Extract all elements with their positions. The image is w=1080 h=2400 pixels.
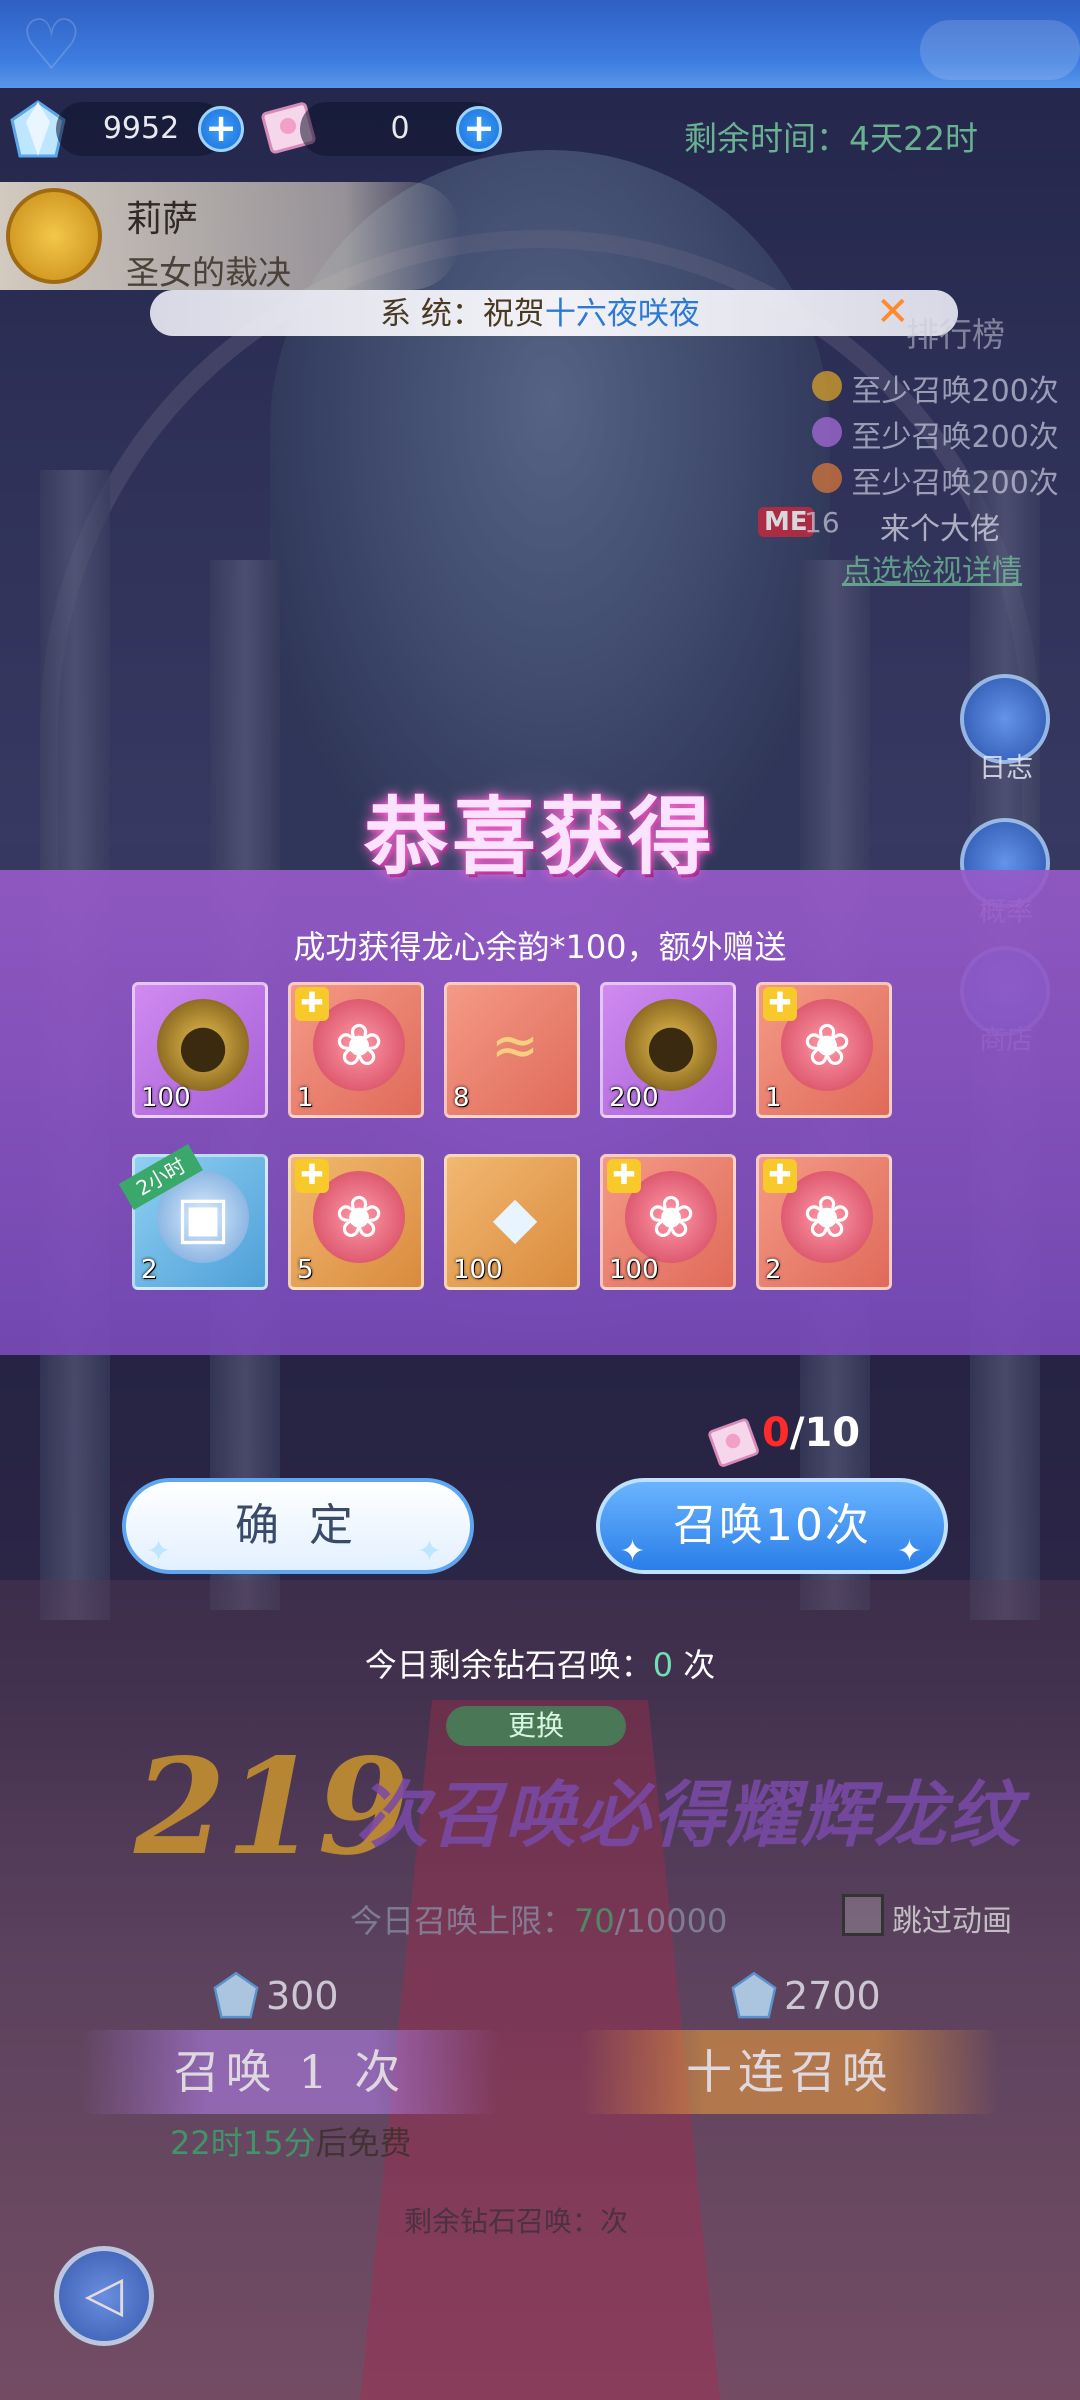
summon-once-button[interactable]: 召唤 1 次 <box>80 2030 500 2114</box>
ranking-row: 至少召唤200次 <box>812 458 1059 502</box>
reward-item[interactable]: ❀ ✚ 100 <box>600 1154 736 1290</box>
reward-item-count: 2 <box>141 1255 158 1285</box>
pity-text: 次召唤必得耀辉龙纹 <box>356 1773 1023 1857</box>
sparkle-icon: ✦ <box>146 1534 180 1569</box>
daily-remaining-label: 今日剩余钻石召唤： <box>364 1646 653 1684</box>
reward-item-count: 1 <box>297 1083 314 1113</box>
ranking-row: 至少召唤200次 <box>812 412 1059 456</box>
confirm-button[interactable]: ✦ 确 定 ✦ <box>122 1478 474 1574</box>
ranking-row-text: 至少召唤200次 <box>851 374 1059 409</box>
dragon-emblem-icon <box>6 188 102 284</box>
confirm-label: 确 定 <box>235 1500 361 1551</box>
reward-item-count: 2 <box>765 1255 782 1285</box>
back-button[interactable]: ◁ <box>54 2246 154 2346</box>
puzzle-piece-icon: ✚ <box>295 987 329 1021</box>
free-summon-suffix: 后免费 <box>315 2124 412 2162</box>
cloud-decoration <box>920 20 1080 80</box>
skip-animation-label: 跳过动画 <box>892 1904 1012 1939</box>
skip-animation-checkbox[interactable] <box>842 1894 884 1936</box>
ranking-row: 至少召唤200次 <box>812 366 1059 410</box>
remaining-diamond-unit: 次 <box>600 2205 629 2238</box>
ticket-progress-total: /10 <box>789 1410 861 1456</box>
ranking-row-text: 至少召唤200次 <box>851 420 1059 455</box>
daily-remaining: 今日剩余钻石召唤：0 次 <box>0 1640 1080 1686</box>
diamond-icon <box>213 1971 259 2019</box>
reward-item-count: 100 <box>141 1083 191 1113</box>
summon-10-button[interactable]: ✦ 召唤10次 ✦ <box>596 1478 948 1574</box>
ranking-title[interactable]: 排行榜 <box>906 308 1005 356</box>
reward-item[interactable]: ● 100 <box>132 982 268 1118</box>
reward-item-count: 100 <box>609 1255 659 1285</box>
add-ticket-button[interactable]: + <box>456 106 502 152</box>
ten-summon-cost: 2700 <box>784 1974 881 2018</box>
puzzle-piece-icon: ✚ <box>763 987 797 1021</box>
popup-subtitle: 成功获得龙心余韵*100，额外赠送 <box>293 928 787 966</box>
announcement-player: 十六夜咲夜 <box>544 296 700 332</box>
reward-item-count: 100 <box>453 1255 503 1285</box>
summon-10-label: 召唤10次 <box>673 1500 871 1551</box>
reward-item[interactable]: ◆ 100 <box>444 1154 580 1290</box>
event-timer: 剩余时间：4天22时 <box>684 119 978 158</box>
announcement-prefix: 系 统：祝贺 <box>380 296 545 332</box>
daily-limit-used: 70 <box>574 1902 615 1940</box>
daily-remaining-unit: 次 <box>673 1646 716 1684</box>
sparkle-icon: ✦ <box>416 1534 450 1569</box>
reward-item[interactable]: ❀ ✚ 1 <box>756 982 892 1118</box>
ticket-progress: 0/10 <box>762 1410 860 1456</box>
my-rank: 16 <box>804 506 840 539</box>
daily-remaining-value: 0 <box>652 1646 674 1684</box>
popup-title: 恭喜获得 <box>363 788 716 886</box>
silver-medal-icon <box>812 417 842 447</box>
close-icon[interactable]: ✕ <box>876 290 910 334</box>
summon-ten-button[interactable]: 十连召唤 <box>580 2030 1000 2114</box>
daily-limit-total: /10000 <box>614 1902 728 1940</box>
reward-item-count: 200 <box>609 1083 659 1113</box>
daily-limit: 今日召唤上限：70/10000 <box>350 1896 727 1942</box>
my-name: 来个大佬 <box>880 512 1000 547</box>
reward-item[interactable]: ▣ 2小时 2 <box>118 1144 268 1290</box>
heart-arrow-icon: ♡ <box>20 4 83 86</box>
ranking-row-text: 至少召唤200次 <box>851 466 1059 501</box>
sparkle-icon: ✦ <box>896 1534 924 1569</box>
dark-egg-icon: ● <box>157 999 249 1091</box>
puzzle-piece-icon: ✚ <box>763 1159 797 1193</box>
puzzle-piece-icon: ✚ <box>607 1159 641 1193</box>
reward-item-count: 5 <box>297 1255 314 1285</box>
character-name: 莉萨 <box>126 199 199 240</box>
summon-ticket-icon <box>708 1418 759 1467</box>
free-summon-timer: 22时15分后免费 <box>170 2118 411 2164</box>
character-title: 圣女的裁决 <box>126 253 291 292</box>
puzzle-piece-icon: ✚ <box>295 1159 329 1193</box>
remaining-diamond-label: 剩余钻石召唤： <box>404 2205 601 2238</box>
back-arrow-icon: ◁ <box>84 2265 124 2323</box>
reward-item[interactable]: ❀ ✚ 1 <box>288 982 424 1118</box>
free-summon-time: 22时15分 <box>170 2124 316 2162</box>
crystal-icon: ◆ <box>492 1183 538 1251</box>
single-summon-cost: 300 <box>266 1974 339 2018</box>
announcement-text: 系 统：祝贺十六夜咲夜 <box>380 292 900 336</box>
ticket-progress-current: 0 <box>762 1410 790 1456</box>
sparkle-icon: ✦ <box>620 1534 648 1569</box>
remaining-diamond-summons: 剩余钻石召唤：次 <box>404 2200 628 2240</box>
ranking-detail-link[interactable]: 点选检视详情 <box>842 546 1022 590</box>
reward-item[interactable]: ❀ ✚ 5 <box>288 1154 424 1290</box>
change-target-button[interactable]: 更换 <box>446 1706 626 1746</box>
daily-limit-label: 今日召唤上限： <box>350 1902 575 1940</box>
reward-item-count: 8 <box>453 1083 470 1113</box>
dark-egg-icon: ● <box>625 999 717 1091</box>
reward-item[interactable]: ≈8 <box>444 982 580 1118</box>
diamond-icon <box>731 1971 777 2019</box>
reward-item-count: 1 <box>765 1083 782 1113</box>
add-diamond-button[interactable]: + <box>198 106 244 152</box>
reward-item[interactable]: ● 200 <box>600 982 736 1118</box>
dragon-icon: ≈ <box>490 1011 540 1079</box>
top-banner: ♡ <box>0 0 1080 88</box>
bronze-medal-icon <box>812 463 842 493</box>
log-label: 日志 <box>979 753 1033 784</box>
reward-item[interactable]: ❀ ✚ 2 <box>756 1154 892 1290</box>
gold-medal-icon <box>812 371 842 401</box>
